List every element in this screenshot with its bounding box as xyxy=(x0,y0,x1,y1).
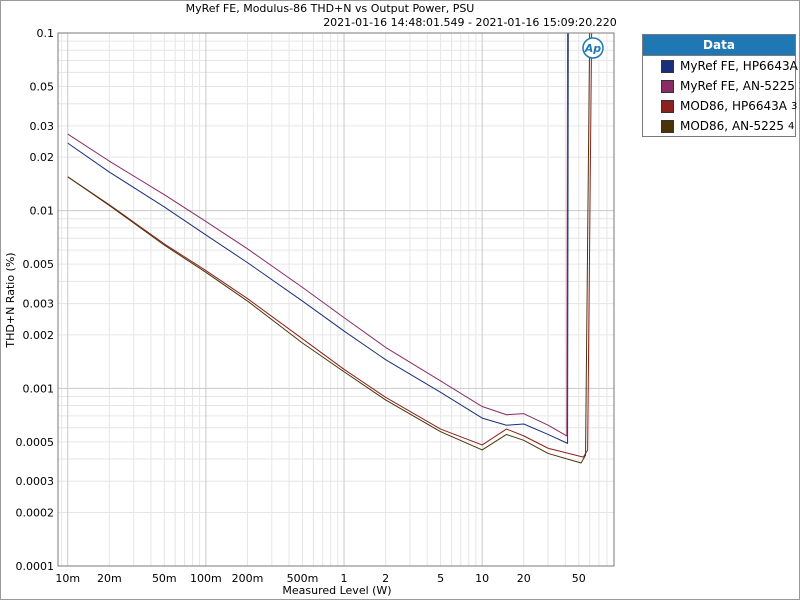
y-tick-label: 0.01 xyxy=(30,205,55,218)
y-axis-ticks: 0.1 0.05 0.03 0.02 0.01 0.005 0.003 0.002 0.001 0… xyxy=(16,27,55,573)
legend-label: MyRef FE, HP6643A xyxy=(680,59,798,73)
y-tick-label: 0.1 xyxy=(37,27,55,40)
x-tick-label: 50m xyxy=(152,572,177,585)
y-tick-label: 0.003 xyxy=(23,298,55,311)
legend: Data MyRef FE, HP6643A MyRef FE, AN-52252… xyxy=(642,34,800,137)
x-tick-label: 10m xyxy=(55,572,80,585)
y-tick-label: 0.002 xyxy=(23,329,55,342)
y-tick-label: 0.0002 xyxy=(16,507,55,520)
y-tick-label: 0.001 xyxy=(23,382,55,395)
x-axis-label: Measured Level (W) xyxy=(282,584,391,597)
x-tick-label: 200m xyxy=(232,572,264,585)
svg-text:Ap: Ap xyxy=(584,42,602,55)
legend-label: MOD86, AN-5225 xyxy=(680,119,784,133)
legend-swatch xyxy=(661,119,674,133)
legend-index: 4 xyxy=(788,120,795,132)
y-tick-label: 0.0003 xyxy=(16,475,55,488)
legend-item-3[interactable]: MOD86, HP6643A 3 xyxy=(643,96,798,116)
series-line-2 xyxy=(67,33,570,437)
legend-item-4[interactable]: MOD86, AN-5225 4 xyxy=(643,116,795,136)
legend-label: MOD86, HP6643A xyxy=(680,99,787,113)
legend-item-1[interactable]: MyRef FE, HP6643A xyxy=(643,56,798,76)
y-tick-label: 0.02 xyxy=(30,151,55,164)
series-line-3 xyxy=(67,33,593,458)
ap-logo: Ap xyxy=(582,37,604,59)
plot-area-border xyxy=(57,32,615,567)
y-tick-label: 0.03 xyxy=(30,120,55,133)
series-layer xyxy=(67,33,593,464)
legend-swatch xyxy=(661,99,674,113)
legend-swatch xyxy=(661,59,674,73)
chart-subtitle: 2021-01-16 14:48:01.549 - 2021-01-16 15:… xyxy=(323,16,617,29)
x-tick-label: 50 xyxy=(572,572,586,585)
x-tick-label: 20m xyxy=(97,572,122,585)
y-tick-label: 0.05 xyxy=(30,80,55,93)
x-tick-label: 20 xyxy=(517,572,531,585)
y-axis-label: THD+N Ratio (%) xyxy=(4,252,17,348)
minor-gridlines xyxy=(58,33,615,566)
y-tick-label: 0.005 xyxy=(23,258,55,271)
chart-title: MyRef FE, Modulus-86 THD+N vs Output Pow… xyxy=(186,2,475,15)
legend-swatch xyxy=(661,79,674,93)
legend-title: Data xyxy=(643,35,795,56)
legend-label: MyRef FE, AN-5225 xyxy=(680,79,795,93)
y-tick-label: 0.0005 xyxy=(16,436,55,449)
x-tick-label: 5 xyxy=(437,572,444,585)
x-tick-label: 100m xyxy=(190,572,222,585)
y-tick-label: 0.0001 xyxy=(16,560,55,573)
major-gridlines xyxy=(58,32,614,567)
x-tick-label: 10 xyxy=(475,572,489,585)
legend-item-2[interactable]: MyRef FE, AN-52252 xyxy=(643,76,800,96)
legend-index: 3 xyxy=(790,100,798,112)
series-line-4 xyxy=(67,33,591,464)
